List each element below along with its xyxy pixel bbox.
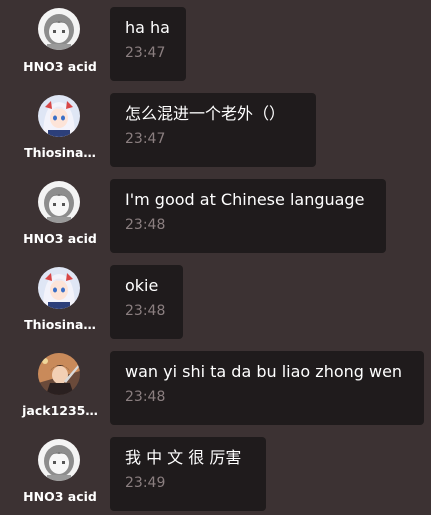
message-timestamp: 23:47: [125, 45, 166, 61]
message-bubble: okie 23:48: [110, 265, 183, 339]
message-text: 怎么混进一个老外（）: [125, 104, 286, 123]
sender-name[interactable]: HNO3 acid: [18, 231, 102, 246]
message-timestamp: 23:48: [125, 217, 166, 233]
chat-message-list: HNO3 acid ha ha 23:47 Thiosina… 怎么混进一个老外…: [0, 0, 431, 515]
sender-name[interactable]: jack1235…: [18, 403, 102, 418]
message-timestamp: 23:47: [125, 131, 166, 147]
sender-name[interactable]: HNO3 acid: [18, 489, 102, 504]
sender-name[interactable]: Thiosina…: [18, 145, 102, 160]
anime-warrior-avatar-icon[interactable]: [38, 353, 80, 395]
message-bubble: wan yi shi ta da bu liao zhong wen 23:48: [110, 351, 424, 425]
message-bubble: 我 中 文 很 厉害 23:49: [110, 437, 266, 511]
message-timestamp: 23:48: [125, 303, 166, 319]
message-bubble: I'm good at Chinese language 23:48: [110, 179, 386, 253]
message-text: I'm good at Chinese language: [125, 190, 365, 209]
sender-name[interactable]: Thiosina…: [18, 317, 102, 332]
message-timestamp: 23:49: [125, 475, 166, 491]
gray-hair-girl-avatar-icon[interactable]: [38, 439, 80, 481]
message-text: okie: [125, 276, 159, 295]
message-bubble: ha ha 23:47: [110, 7, 186, 81]
white-hair-girl-avatar-icon[interactable]: [38, 267, 80, 309]
message-text: ha ha: [125, 18, 170, 37]
message-timestamp: 23:48: [125, 389, 166, 405]
sender-name[interactable]: HNO3 acid: [18, 59, 102, 74]
white-hair-girl-avatar-icon[interactable]: [38, 95, 80, 137]
message-bubble: 怎么混进一个老外（） 23:47: [110, 93, 316, 167]
message-text: wan yi shi ta da bu liao zhong wen: [125, 362, 403, 381]
gray-hair-girl-avatar-icon[interactable]: [38, 181, 80, 223]
message-text: 我 中 文 很 厉害: [125, 448, 242, 467]
gray-hair-girl-avatar-icon[interactable]: [38, 8, 80, 50]
